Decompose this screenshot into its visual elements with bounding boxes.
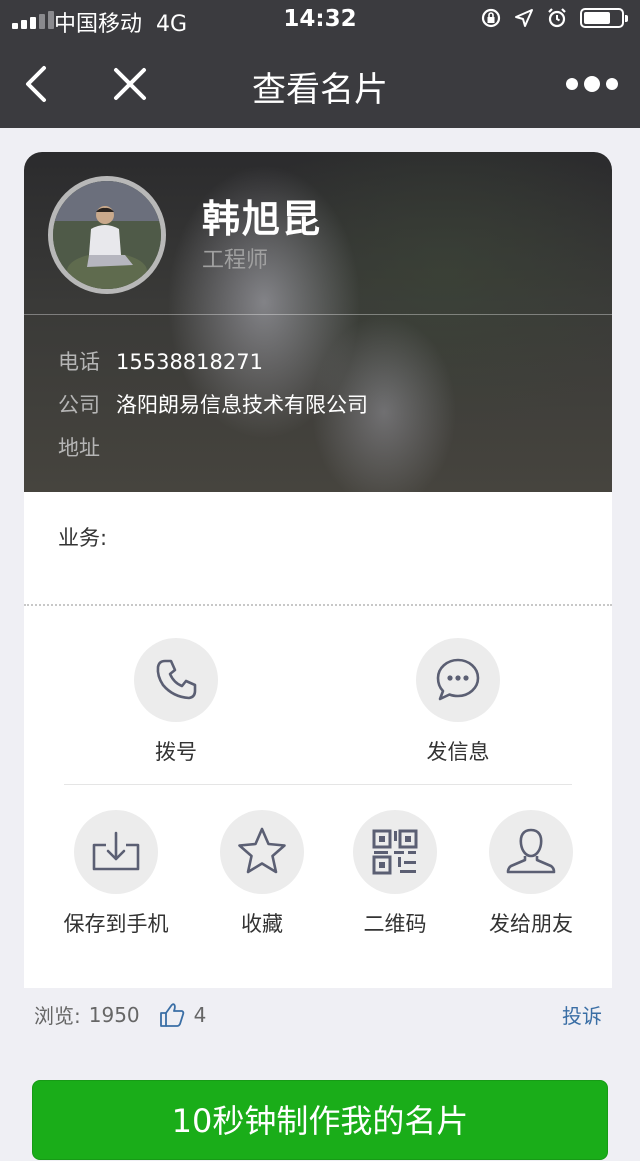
call-button[interactable]: 拨号 — [106, 638, 246, 766]
qr-code-icon — [353, 810, 437, 894]
complain-link[interactable]: 投诉 — [562, 1000, 602, 1029]
more-options-icon[interactable] — [566, 70, 618, 98]
qr-code-button[interactable]: 二维码 — [325, 810, 465, 938]
save-to-phone-button[interactable]: 保存到手机 — [46, 810, 186, 938]
phone-label: 电话 — [58, 350, 100, 374]
top-bar: 中国移动 4G 14:32 查看名片 — [0, 0, 640, 128]
favorite-button[interactable]: 收藏 — [192, 810, 332, 938]
likes-count: 4 — [193, 1002, 207, 1027]
view-stats: 浏览: 1950 4 — [34, 1000, 206, 1029]
rotation-lock-icon — [481, 8, 501, 28]
address-row: 地址 — [58, 432, 116, 462]
company-name: 洛阳朗易信息技术有限公司 — [116, 393, 368, 417]
phone-number[interactable]: 15538818271 — [116, 350, 263, 374]
divider — [64, 784, 572, 785]
make-my-card-button[interactable]: 10秒钟制作我的名片 — [32, 1080, 608, 1160]
address-label: 地址 — [58, 436, 100, 460]
alarm-icon — [548, 8, 566, 28]
business-card: 韩旭昆 工程师 电话 15538818271 公司 洛阳朗易信息技术有限公司 地址 … — [24, 152, 612, 988]
qr-code-label: 二维码 — [363, 912, 427, 936]
phone-icon — [134, 638, 218, 722]
message-button[interactable]: 发信息 — [388, 638, 528, 766]
person-icon — [489, 810, 573, 894]
avatar-photo — [53, 181, 161, 289]
thumbs-up-icon[interactable] — [158, 1001, 186, 1029]
location-icon — [515, 9, 533, 27]
person-name: 韩旭昆 — [202, 197, 323, 241]
send-to-friend-button[interactable]: 发给朋友 — [461, 810, 601, 938]
battery-icon — [580, 8, 628, 28]
dotted-divider — [24, 604, 612, 606]
avatar[interactable] — [48, 176, 166, 294]
save-label: 保存到手机 — [63, 912, 169, 936]
job-title: 工程师 — [202, 248, 269, 273]
message-label: 发信息 — [426, 740, 490, 764]
download-icon — [74, 810, 158, 894]
star-icon — [220, 810, 304, 894]
nav-bar: 查看名片 — [0, 40, 640, 128]
company-row: 公司 洛阳朗易信息技术有限公司 — [58, 389, 368, 419]
page-title: 查看名片 — [252, 70, 388, 110]
favorite-label: 收藏 — [241, 912, 283, 936]
views-label: 浏览: — [34, 1004, 81, 1028]
call-label: 拨号 — [155, 740, 197, 764]
divider — [24, 314, 612, 315]
phone-row[interactable]: 电话 15538818271 — [58, 346, 263, 376]
card-header: 韩旭昆 工程师 电话 15538818271 公司 洛阳朗易信息技术有限公司 地址 — [24, 152, 612, 492]
status-icons — [480, 7, 628, 29]
business-label: 业务: — [58, 526, 108, 550]
chat-bubble-icon — [416, 638, 500, 722]
views-count: 1950 — [88, 1002, 140, 1027]
company-label: 公司 — [58, 393, 100, 417]
send-to-friend-label: 发给朋友 — [489, 912, 573, 936]
status-bar: 中国移动 4G 14:32 — [0, 0, 640, 40]
